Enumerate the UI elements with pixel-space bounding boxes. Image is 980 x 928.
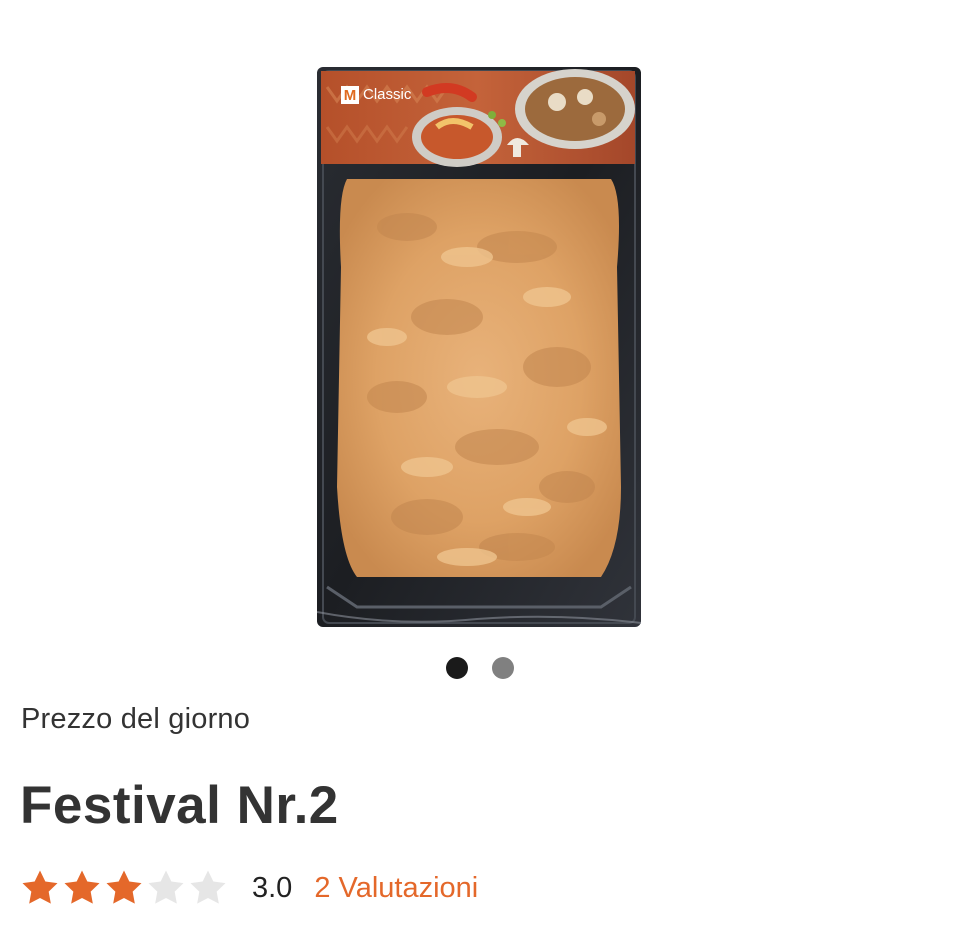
star-filled-icon — [104, 868, 144, 908]
product-image[interactable]: M Classic — [317, 67, 641, 627]
star-filled-icon — [62, 868, 102, 908]
product-page: M Classic Prezzo del giorno Festival Nr.… — [0, 0, 980, 928]
brand-logo-letter: M — [344, 87, 357, 104]
product-title: Festival Nr.2 — [20, 776, 339, 835]
brand-label: Classic — [363, 86, 412, 103]
star-empty-icon — [146, 868, 186, 908]
product-rating: 3.0 2 Valutazioni — [20, 866, 478, 910]
product-package-illustration: M Classic — [317, 67, 641, 627]
carousel-dot-2[interactable] — [492, 657, 514, 679]
rating-value: 3.0 — [252, 871, 293, 904]
image-carousel-dots — [0, 657, 980, 679]
star-filled-icon — [20, 868, 60, 908]
rating-stars — [20, 868, 228, 908]
star-empty-icon — [188, 868, 228, 908]
daily-price-badge: Prezzo del giorno — [21, 703, 251, 735]
reviews-link[interactable]: 2 Valutazioni — [314, 872, 478, 905]
carousel-dot-1[interactable] — [446, 657, 468, 679]
